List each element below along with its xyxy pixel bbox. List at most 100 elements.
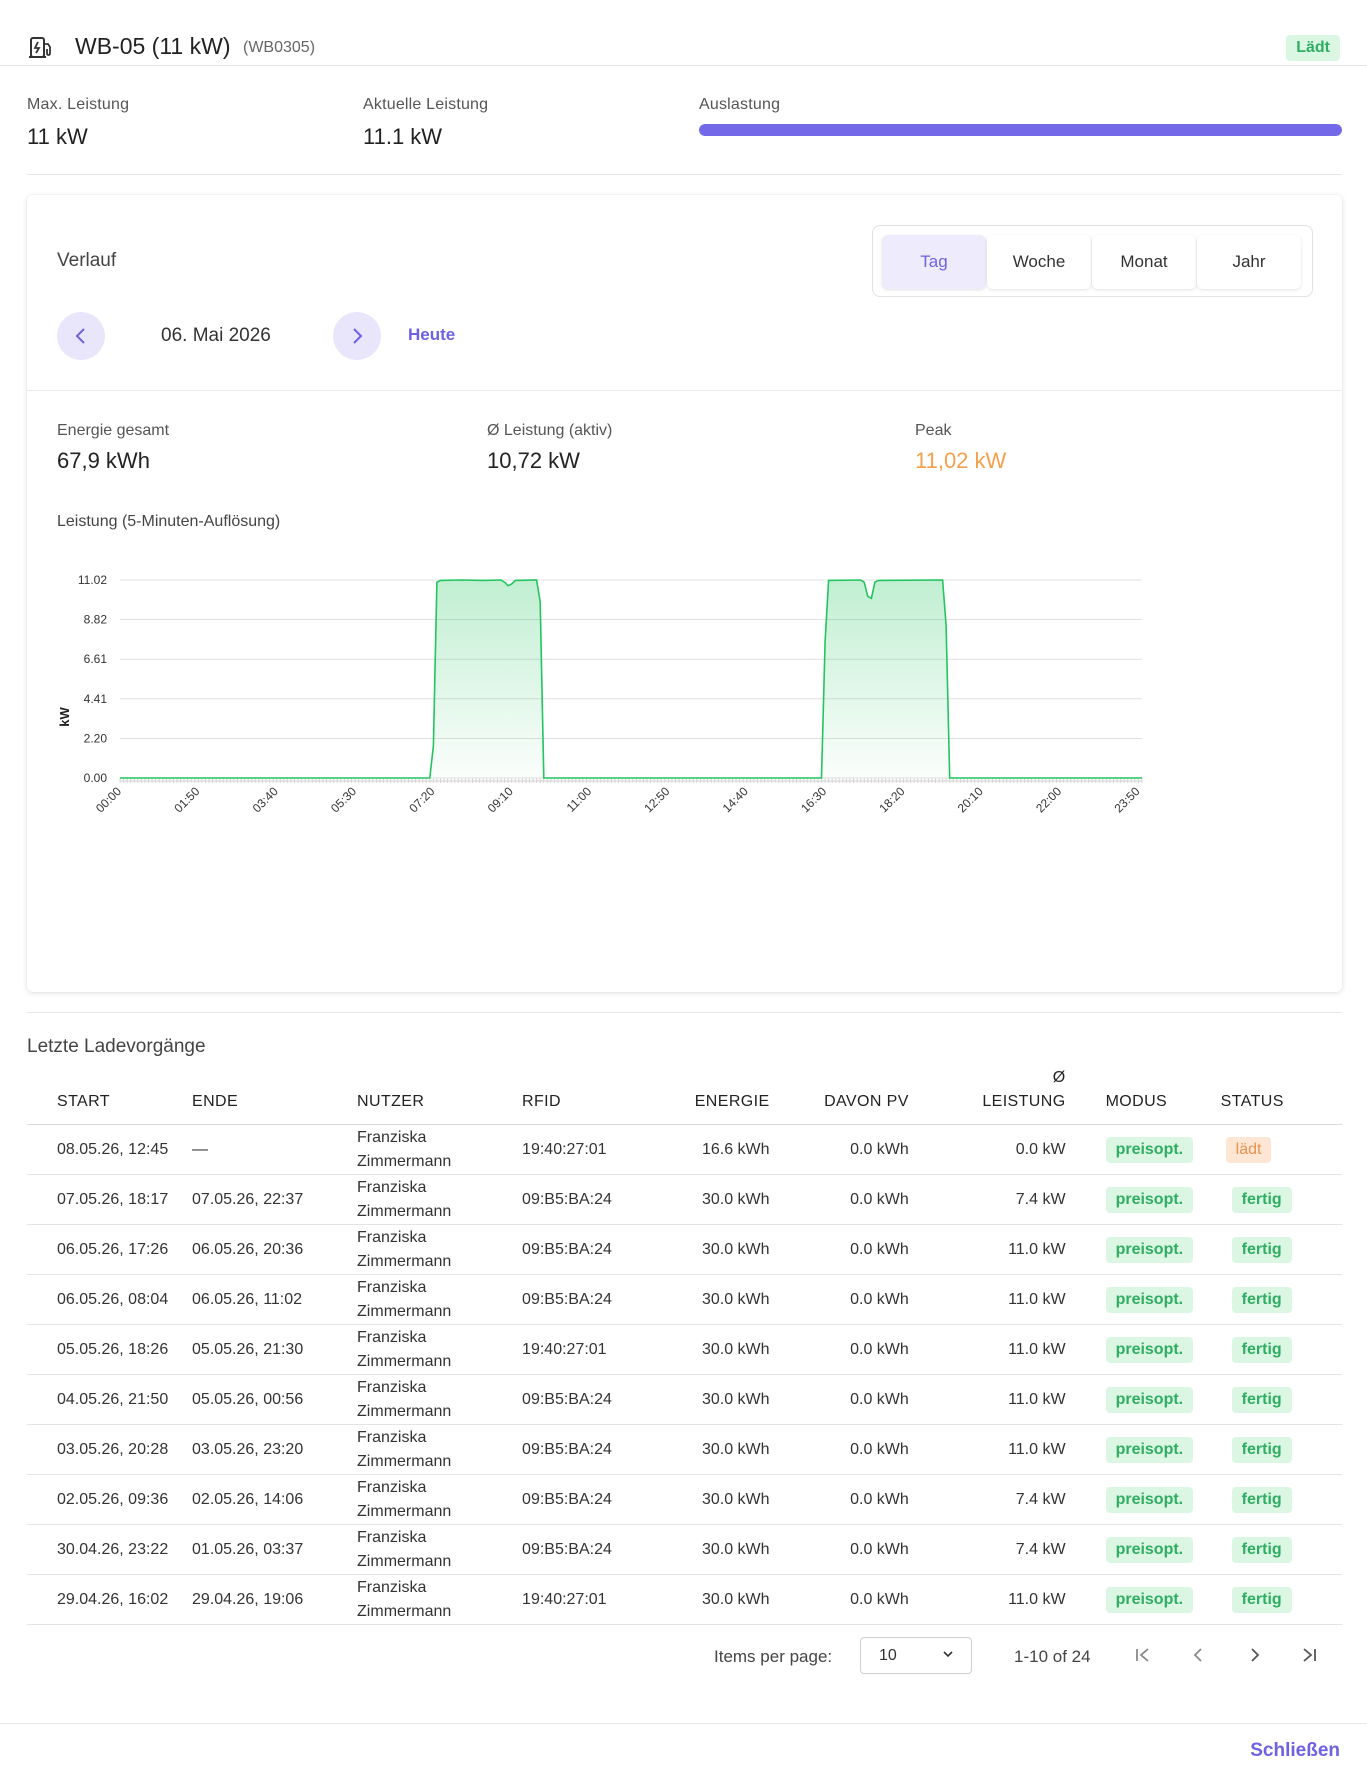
table-row[interactable]: 06.05.26, 08:04 06.05.26, 11:02 Franziska … (27, 1274, 1342, 1325)
rfid-cell: 09:B5:BA:24 (522, 1474, 657, 1525)
next-page-button[interactable] (1242, 1643, 1266, 1667)
last-page-button[interactable] (1297, 1643, 1321, 1667)
rfid-cell: 19:40:27:01 (522, 1574, 657, 1625)
pv-cell: 0.0 kWh (769, 1474, 909, 1525)
col-end[interactable]: ENDE (192, 1066, 358, 1125)
page-title: WB-05 (11 kW) (75, 33, 231, 59)
user-cell: Franziska Zimmermann (357, 1574, 523, 1625)
x-tick-label: 00:00 (93, 784, 124, 815)
rfid-cell: 19:40:27:01 (522, 1324, 657, 1375)
max-power-label: Max. Leistung (27, 96, 130, 113)
energy-cell: 30.0 kWh (656, 1174, 770, 1225)
mode-badge: preisopt. (1105, 1586, 1194, 1613)
table-row[interactable]: 08.05.26, 12:45— Franziska Zimmermann 19:4… (27, 1124, 1342, 1175)
y-tick-label: 8.82 (84, 613, 108, 627)
user-cell: Franziska Zimmermann (357, 1374, 523, 1425)
table-row[interactable]: 03.05.26, 20:28 03.05.26, 23:20 Franziska … (27, 1424, 1342, 1475)
y-tick-label: 2.20 (84, 731, 108, 745)
utilization-stat: Auslastung (699, 96, 780, 114)
col-pv[interactable]: DAVON PV (769, 1066, 909, 1125)
rfid-cell: 09:B5:BA:24 (522, 1174, 657, 1225)
avg-power-cell: 11.0 kW (908, 1274, 1066, 1325)
items-per-page-select[interactable]: 10 (860, 1637, 972, 1674)
prev-page-button[interactable] (1187, 1643, 1211, 1667)
mode-badge: preisopt. (1105, 1486, 1194, 1513)
pagination: Items per page: 10 1-10 of 24 (0, 1637, 1367, 1677)
first-page-button[interactable] (1131, 1643, 1155, 1667)
mode-badge: preisopt. (1105, 1286, 1194, 1313)
mode-cell: preisopt. (1065, 1324, 1201, 1375)
col-user[interactable]: NUTZER (357, 1066, 523, 1125)
charging-station-icon (29, 37, 51, 58)
items-per-page-value: 10 (879, 1647, 897, 1664)
user-cell: Franziska Zimmermann (357, 1174, 523, 1225)
power-chart: 0.00 2.20 4.41 6.61 8.82 11.02 00:00 01:50 03:40… (57, 573, 1143, 815)
mode-cell: preisopt. (1065, 1274, 1201, 1325)
dialog-header: WB-05 (11 kW) (WB0305) Lädt (0, 0, 1367, 66)
status-badge: Lädt (1286, 35, 1340, 61)
table-row[interactable]: 07.05.26, 18:17 07.05.26, 22:37 Franziska … (27, 1174, 1342, 1225)
x-tick-label: 18:20 (876, 784, 907, 815)
status-cell: fertig (1200, 1174, 1342, 1225)
status-cell: fertig (1200, 1324, 1342, 1375)
table-row[interactable]: 02.05.26, 09:36 02.05.26, 14:06 Franziska … (27, 1474, 1342, 1525)
rfid-cell: 09:B5:BA:24 (522, 1224, 657, 1275)
y-axis-label: kW (57, 707, 72, 727)
last-page-icon (1303, 1648, 1316, 1662)
start-cell: 04.05.26, 21:50 (27, 1374, 193, 1425)
table-row[interactable]: 30.04.26, 23:22 01.05.26, 03:37 Franziska … (27, 1524, 1342, 1575)
table-row[interactable]: 06.05.26, 17:26 06.05.26, 20:36 Franziska … (27, 1224, 1342, 1275)
avg-power-cell: 7.4 kW (908, 1474, 1066, 1525)
user-cell: Franziska Zimmermann (357, 1474, 523, 1525)
station-id: (WB0305) (243, 39, 316, 56)
current-power-label: Aktuelle Leistung (363, 96, 489, 113)
chevron-left-icon (1193, 1648, 1202, 1662)
chevron-right-icon (1251, 1648, 1260, 1662)
end-cell: — (192, 1124, 358, 1175)
table-row[interactable]: 04.05.26, 21:50 05.05.26, 00:56 Franziska … (27, 1374, 1342, 1425)
end-cell: 05.05.26, 21:30 (192, 1324, 358, 1375)
status-badge: fertig (1231, 1236, 1292, 1263)
user-cell: Franziska Zimmermann (357, 1124, 523, 1175)
user-cell: Franziska Zimmermann (357, 1324, 523, 1375)
pv-cell: 0.0 kWh (769, 1374, 909, 1425)
energy-cell: 30.0 kWh (656, 1574, 770, 1625)
status-cell: fertig (1200, 1374, 1342, 1425)
col-rfid[interactable]: RFID (522, 1066, 657, 1125)
status-badge: fertig (1231, 1436, 1292, 1463)
avg-power-cell: 7.4 kW (908, 1174, 1066, 1225)
energy-cell: 16.6 kWh (656, 1124, 770, 1175)
x-tick-label: 01:50 (171, 784, 202, 815)
end-cell: 01.05.26, 03:37 (192, 1524, 358, 1575)
status-badge: fertig (1231, 1386, 1292, 1413)
col-status[interactable]: STATUS (1200, 1066, 1342, 1125)
mode-badge: preisopt. (1105, 1236, 1194, 1263)
avg-power-cell: 11.0 kW (908, 1574, 1066, 1625)
close-button[interactable]: Schließen (1250, 1740, 1340, 1762)
current-power-value: 11.1 kW (363, 124, 443, 149)
status-badge: fertig (1231, 1336, 1292, 1363)
col-energy[interactable]: ENERGIE (656, 1066, 770, 1125)
status-badge: fertig (1231, 1536, 1292, 1563)
start-cell: 30.04.26, 23:22 (27, 1524, 193, 1575)
energy-cell: 30.0 kWh (656, 1324, 770, 1375)
rfid-cell: 09:B5:BA:24 (522, 1524, 657, 1575)
mode-cell: preisopt. (1065, 1524, 1201, 1575)
end-cell: 06.05.26, 20:36 (192, 1224, 358, 1275)
start-cell: 06.05.26, 08:04 (27, 1274, 193, 1325)
avg-power-cell: 0.0 kW (908, 1124, 1066, 1175)
col-avg-power[interactable]: Ø LEISTUNG (908, 1066, 1066, 1125)
end-cell: 07.05.26, 22:37 (192, 1174, 358, 1225)
power-area (120, 580, 1142, 778)
rfid-cell: 19:40:27:01 (522, 1124, 657, 1175)
col-start[interactable]: START (27, 1066, 193, 1125)
table-row[interactable]: 29.04.26, 16:02 29.04.26, 19:06 Franziska … (27, 1574, 1342, 1625)
table-row[interactable]: 05.05.26, 18:26 05.05.26, 21:30 Franziska … (27, 1324, 1342, 1375)
status-badge: fertig (1231, 1486, 1292, 1513)
end-cell: 02.05.26, 14:06 (192, 1474, 358, 1525)
x-tick-label: 16:30 (798, 784, 829, 815)
col-mode[interactable]: MODUS (1065, 1066, 1201, 1125)
mode-cell: preisopt. (1065, 1424, 1201, 1475)
start-cell: 06.05.26, 17:26 (27, 1224, 193, 1275)
end-cell: 03.05.26, 23:20 (192, 1424, 358, 1475)
